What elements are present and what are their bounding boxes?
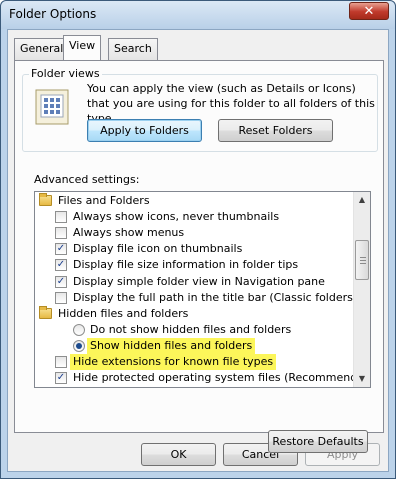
- setting-checkbox-row[interactable]: Display the full path in the title bar (…: [35, 290, 370, 306]
- checkbox-checked-icon[interactable]: ✓: [55, 275, 67, 288]
- setting-label: Hide extensions for known file types: [70, 354, 277, 370]
- folder-icon: [39, 305, 52, 319]
- setting-label: Show hidden files and folders: [87, 337, 256, 354]
- setting-label: Always show menus: [73, 226, 185, 240]
- restore-defaults-button[interactable]: Restore Defaults: [268, 430, 368, 453]
- setting-checkbox-row[interactable]: Always show icons, never thumbnails: [35, 209, 353, 225]
- advanced-settings-list[interactable]: Files and Folders Always show icons, neve…: [34, 191, 371, 388]
- ok-button[interactable]: OK: [141, 443, 216, 466]
- setting-checkbox-row[interactable]: Hide extensions for known file types: [35, 354, 353, 370]
- close-icon: ✕: [363, 3, 375, 19]
- setting-checkbox-row[interactable]: ✓ Display file icon on thumbnails: [35, 241, 353, 257]
- checkbox-unchecked-icon[interactable]: [55, 291, 67, 304]
- settings-group-header: Files and Folders: [35, 193, 353, 209]
- advanced-settings-label: Advanced settings:: [34, 173, 140, 186]
- checkbox-unchecked-icon[interactable]: [55, 356, 67, 368]
- tab-view[interactable]: View: [63, 35, 102, 60]
- checkbox-checked-icon[interactable]: ✓: [55, 372, 67, 385]
- setting-radio-row[interactable]: Show hidden files and folders: [35, 337, 353, 354]
- radio-selected-icon[interactable]: [73, 339, 85, 352]
- checkbox-checked-icon[interactable]: ✓: [55, 243, 67, 256]
- setting-label: Always show icons, never thumbnails: [73, 210, 280, 224]
- apply-to-folders-button[interactable]: Apply to Folders: [87, 119, 202, 142]
- reset-folders-button[interactable]: Reset Folders: [218, 119, 333, 142]
- settings-group-header: Hidden files and folders: [35, 305, 353, 322]
- tab-search[interactable]: Search: [108, 38, 158, 60]
- folder-views-label: Folder views: [29, 67, 102, 80]
- checkbox-unchecked-icon[interactable]: [55, 227, 67, 240]
- setting-checkbox-row[interactable]: ✓ Display file size information in folder…: [35, 257, 353, 273]
- setting-radio-row[interactable]: Do not show hidden files and folders: [35, 322, 353, 338]
- setting-label: Display file size information in folder …: [73, 258, 299, 272]
- scroll-thumb[interactable]: [355, 240, 369, 280]
- setting-label: Display the full path in the title bar (…: [73, 290, 371, 304]
- dialog-body: General View Search Folder views You can…: [7, 29, 389, 472]
- title-bar[interactable]: Folder Options ✕: [1, 1, 395, 29]
- setting-label: Do not show hidden files and folders: [90, 322, 292, 336]
- close-button[interactable]: ✕: [349, 2, 389, 20]
- window-title: Folder Options: [9, 7, 97, 21]
- checkbox-unchecked-icon[interactable]: [55, 211, 67, 224]
- grip-icon: [360, 257, 366, 264]
- scroll-down-icon[interactable]: ▼: [354, 371, 370, 387]
- setting-label: Display file icon on thumbnails: [73, 242, 243, 256]
- folder-options-window: Folder Options ✕ General View Search Fol…: [0, 0, 396, 479]
- setting-checkbox-row[interactable]: ✓ Hide protected operating system files (…: [35, 370, 370, 386]
- radio-unselected-icon[interactable]: [73, 323, 85, 336]
- setting-checkbox-row[interactable]: Always show menus: [35, 225, 353, 241]
- setting-label: Hidden files and folders: [58, 306, 189, 320]
- setting-label: Files and Folders: [58, 194, 150, 207]
- scroll-up-icon[interactable]: ▲: [354, 192, 370, 208]
- setting-label: Display simple folder view in Navigation…: [73, 274, 325, 288]
- folder-icon: [39, 193, 52, 206]
- tab-general[interactable]: General: [14, 38, 70, 60]
- setting-label: Hide protected operating system files (R…: [73, 371, 371, 385]
- setting-checkbox-row[interactable]: ✓ Display simple folder view in Navigatio…: [35, 274, 353, 290]
- vertical-scrollbar[interactable]: ▲ ▼: [353, 192, 370, 387]
- checkbox-checked-icon[interactable]: ✓: [55, 259, 67, 272]
- folder-views-icon: [35, 89, 69, 125]
- folder-views-group: Folder views You can apply the view (suc…: [22, 67, 378, 152]
- view-tab-panel: Folder views You can apply the view (suc…: [14, 60, 384, 453]
